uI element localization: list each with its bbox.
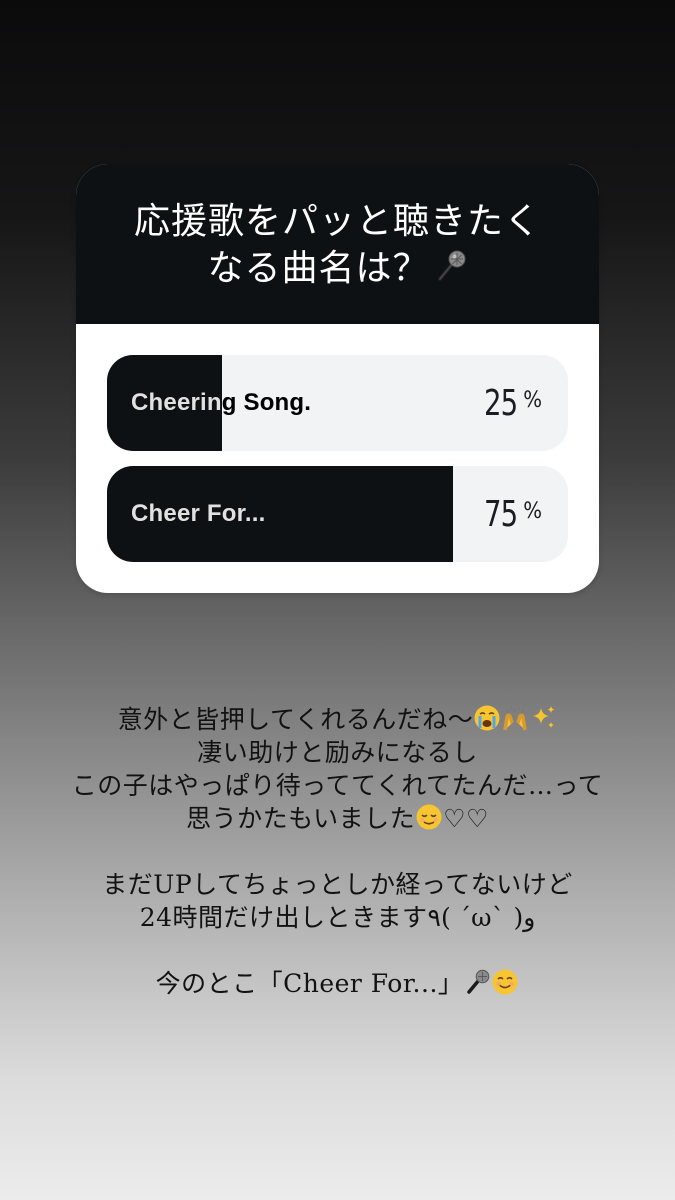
microphone-icon	[463, 968, 491, 996]
percent-sign: %	[523, 387, 542, 413]
poll-question: 応援歌をパッと聴きたく なる曲名は？	[103, 198, 573, 292]
poll-option-2-percent: 75 %	[481, 466, 542, 562]
caption-line-2: 凄い助けと励みになるし	[197, 738, 478, 767]
poll-option-1-percent: 25 %	[481, 355, 542, 451]
microphone-icon	[432, 248, 468, 284]
caption-line-7: 今のとこ「Cheer For...」	[0, 967, 675, 1000]
caption-line-5: まだUPしてちょっとしか経ってないけど	[102, 870, 573, 899]
percent-sign: %	[523, 498, 542, 524]
caption-line-4: 思うかたもいました ♡♡	[0, 802, 675, 835]
poll-option-2-percent-value: 75	[483, 493, 518, 535]
poll-sticker: 応援歌をパッと聴きたく なる曲名は？ Cheering Song. 25 % C…	[76, 164, 599, 593]
poll-option-2[interactable]: Cheer For... 75 %	[107, 466, 568, 562]
poll-option-1[interactable]: Cheering Song. 25 %	[107, 355, 568, 451]
story-caption: 意外と皆押してくれるんだね〜 凄い助けと励みになるし この子はやっぱり待っててく…	[0, 703, 675, 1000]
poll-option-2-label: Cheer For...	[131, 500, 266, 527]
poll-question-header: 応援歌をパッと聴きたく なる曲名は？	[76, 164, 599, 324]
sparkles-icon	[529, 704, 557, 732]
smiling-face-icon	[491, 968, 519, 996]
caption-line-1-text: 意外と皆押してくれるんだね〜	[117, 705, 474, 734]
caption-line-7-text: 今のとこ「Cheer For...」	[155, 969, 464, 998]
relieved-face-icon	[415, 803, 443, 831]
caption-line-4-text: 思うかたもいました	[186, 804, 416, 833]
caption-line-6: 24時間だけ出しときます٩( ´ω` )و	[139, 903, 536, 932]
poll-question-line2: なる曲名は？	[207, 248, 430, 289]
poll-option-1-percent-value: 25	[483, 382, 518, 424]
poll-option-1-label: Cheering Song.	[131, 389, 312, 416]
poll-question-line1: 応援歌をパッと聴きたく	[133, 201, 541, 242]
caption-line-1: 意外と皆押してくれるんだね〜	[0, 703, 675, 736]
caption-line-3: この子はやっぱり待っててくれてたんだ…って	[71, 771, 604, 800]
crying-face-icon	[473, 704, 501, 732]
caption-hearts: ♡♡	[443, 804, 489, 833]
raising-hands-icon	[501, 704, 529, 732]
